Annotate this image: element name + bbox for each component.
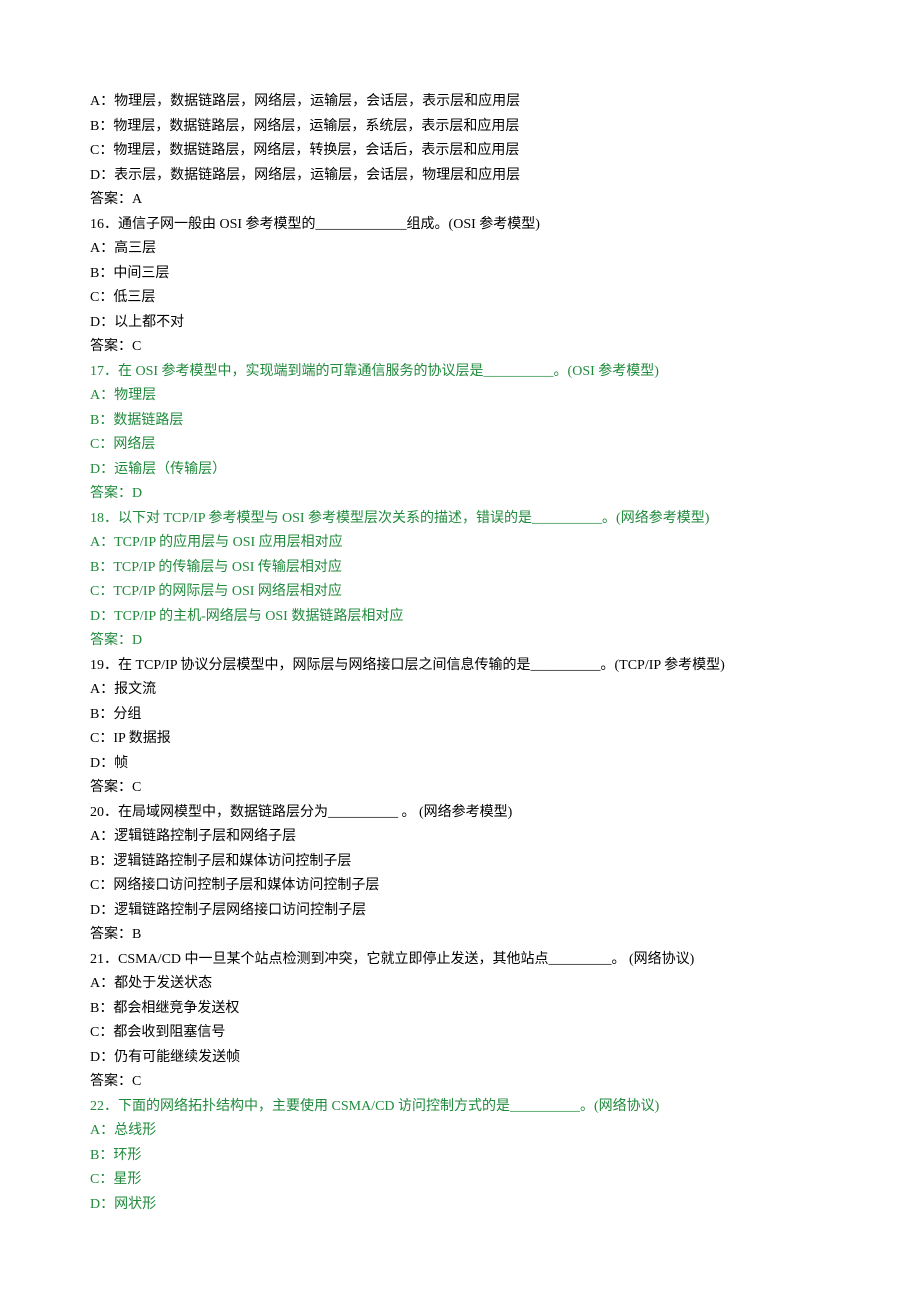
text-line: A：逻辑链路控制子层和网络子层 <box>90 825 830 850</box>
text-line: D：以上都不对 <box>90 311 830 336</box>
text-line: B：逻辑链路控制子层和媒体访问控制子层 <box>90 850 830 875</box>
text-line: B：TCP/IP 的传输层与 OSI 传输层相对应 <box>90 556 830 581</box>
text-line: 21．CSMA/CD 中一旦某个站点检测到冲突，它就立即停止发送，其他站点___… <box>90 948 830 973</box>
text-line: 20．在局域网模型中，数据链路层分为__________ 。 (网络参考模型) <box>90 801 830 826</box>
text-line: A：都处于发送状态 <box>90 972 830 997</box>
text-line: C：IP 数据报 <box>90 727 830 752</box>
text-line: 18．以下对 TCP/IP 参考模型与 OSI 参考模型层次关系的描述，错误的是… <box>90 507 830 532</box>
text-line: C：TCP/IP 的网际层与 OSI 网络层相对应 <box>90 580 830 605</box>
text-line: D：网状形 <box>90 1193 830 1218</box>
text-line: A：总线形 <box>90 1119 830 1144</box>
text-line: 答案：B <box>90 923 830 948</box>
text-line: D：仍有可能继续发送帧 <box>90 1046 830 1071</box>
document-body: A：物理层，数据链路层，网络层，运输层，会话层，表示层和应用层B：物理层，数据链… <box>90 90 830 1217</box>
text-line: 答案：C <box>90 335 830 360</box>
text-line: A：TCP/IP 的应用层与 OSI 应用层相对应 <box>90 531 830 556</box>
text-line: A：报文流 <box>90 678 830 703</box>
text-line: 17．在 OSI 参考模型中，实现端到端的可靠通信服务的协议层是________… <box>90 360 830 385</box>
text-line: 答案：C <box>90 776 830 801</box>
text-line: C：物理层，数据链路层，网络层，转换层，会话后，表示层和应用层 <box>90 139 830 164</box>
text-line: C：低三层 <box>90 286 830 311</box>
text-line: D：帧 <box>90 752 830 777</box>
text-line: 答案：A <box>90 188 830 213</box>
text-line: D：表示层，数据链路层，网络层，运输层，会话层，物理层和应用层 <box>90 164 830 189</box>
text-line: A：物理层，数据链路层，网络层，运输层，会话层，表示层和应用层 <box>90 90 830 115</box>
text-line: C：网络层 <box>90 433 830 458</box>
text-line: B：数据链路层 <box>90 409 830 434</box>
text-line: D：运输层（传输层） <box>90 458 830 483</box>
text-line: D：逻辑链路控制子层网络接口访问控制子层 <box>90 899 830 924</box>
text-line: C：网络接口访问控制子层和媒体访问控制子层 <box>90 874 830 899</box>
text-line: B：物理层，数据链路层，网络层，运输层，系统层，表示层和应用层 <box>90 115 830 140</box>
text-line: B：分组 <box>90 703 830 728</box>
text-line: 答案：D <box>90 629 830 654</box>
text-line: 19．在 TCP/IP 协议分层模型中，网际层与网络接口层之间信息传输的是___… <box>90 654 830 679</box>
text-line: C：都会收到阻塞信号 <box>90 1021 830 1046</box>
text-line: B：都会相继竞争发送权 <box>90 997 830 1022</box>
text-line: 22．下面的网络拓扑结构中，主要使用 CSMA/CD 访问控制方式的是_____… <box>90 1095 830 1120</box>
text-line: C：星形 <box>90 1168 830 1193</box>
text-line: 答案：D <box>90 482 830 507</box>
text-line: 答案：C <box>90 1070 830 1095</box>
text-line: B：中间三层 <box>90 262 830 287</box>
text-line: A：物理层 <box>90 384 830 409</box>
text-line: B：环形 <box>90 1144 830 1169</box>
text-line: A：高三层 <box>90 237 830 262</box>
text-line: D：TCP/IP 的主机-网络层与 OSI 数据链路层相对应 <box>90 605 830 630</box>
text-line: 16．通信子网一般由 OSI 参考模型的_____________组成。(OSI… <box>90 213 830 238</box>
